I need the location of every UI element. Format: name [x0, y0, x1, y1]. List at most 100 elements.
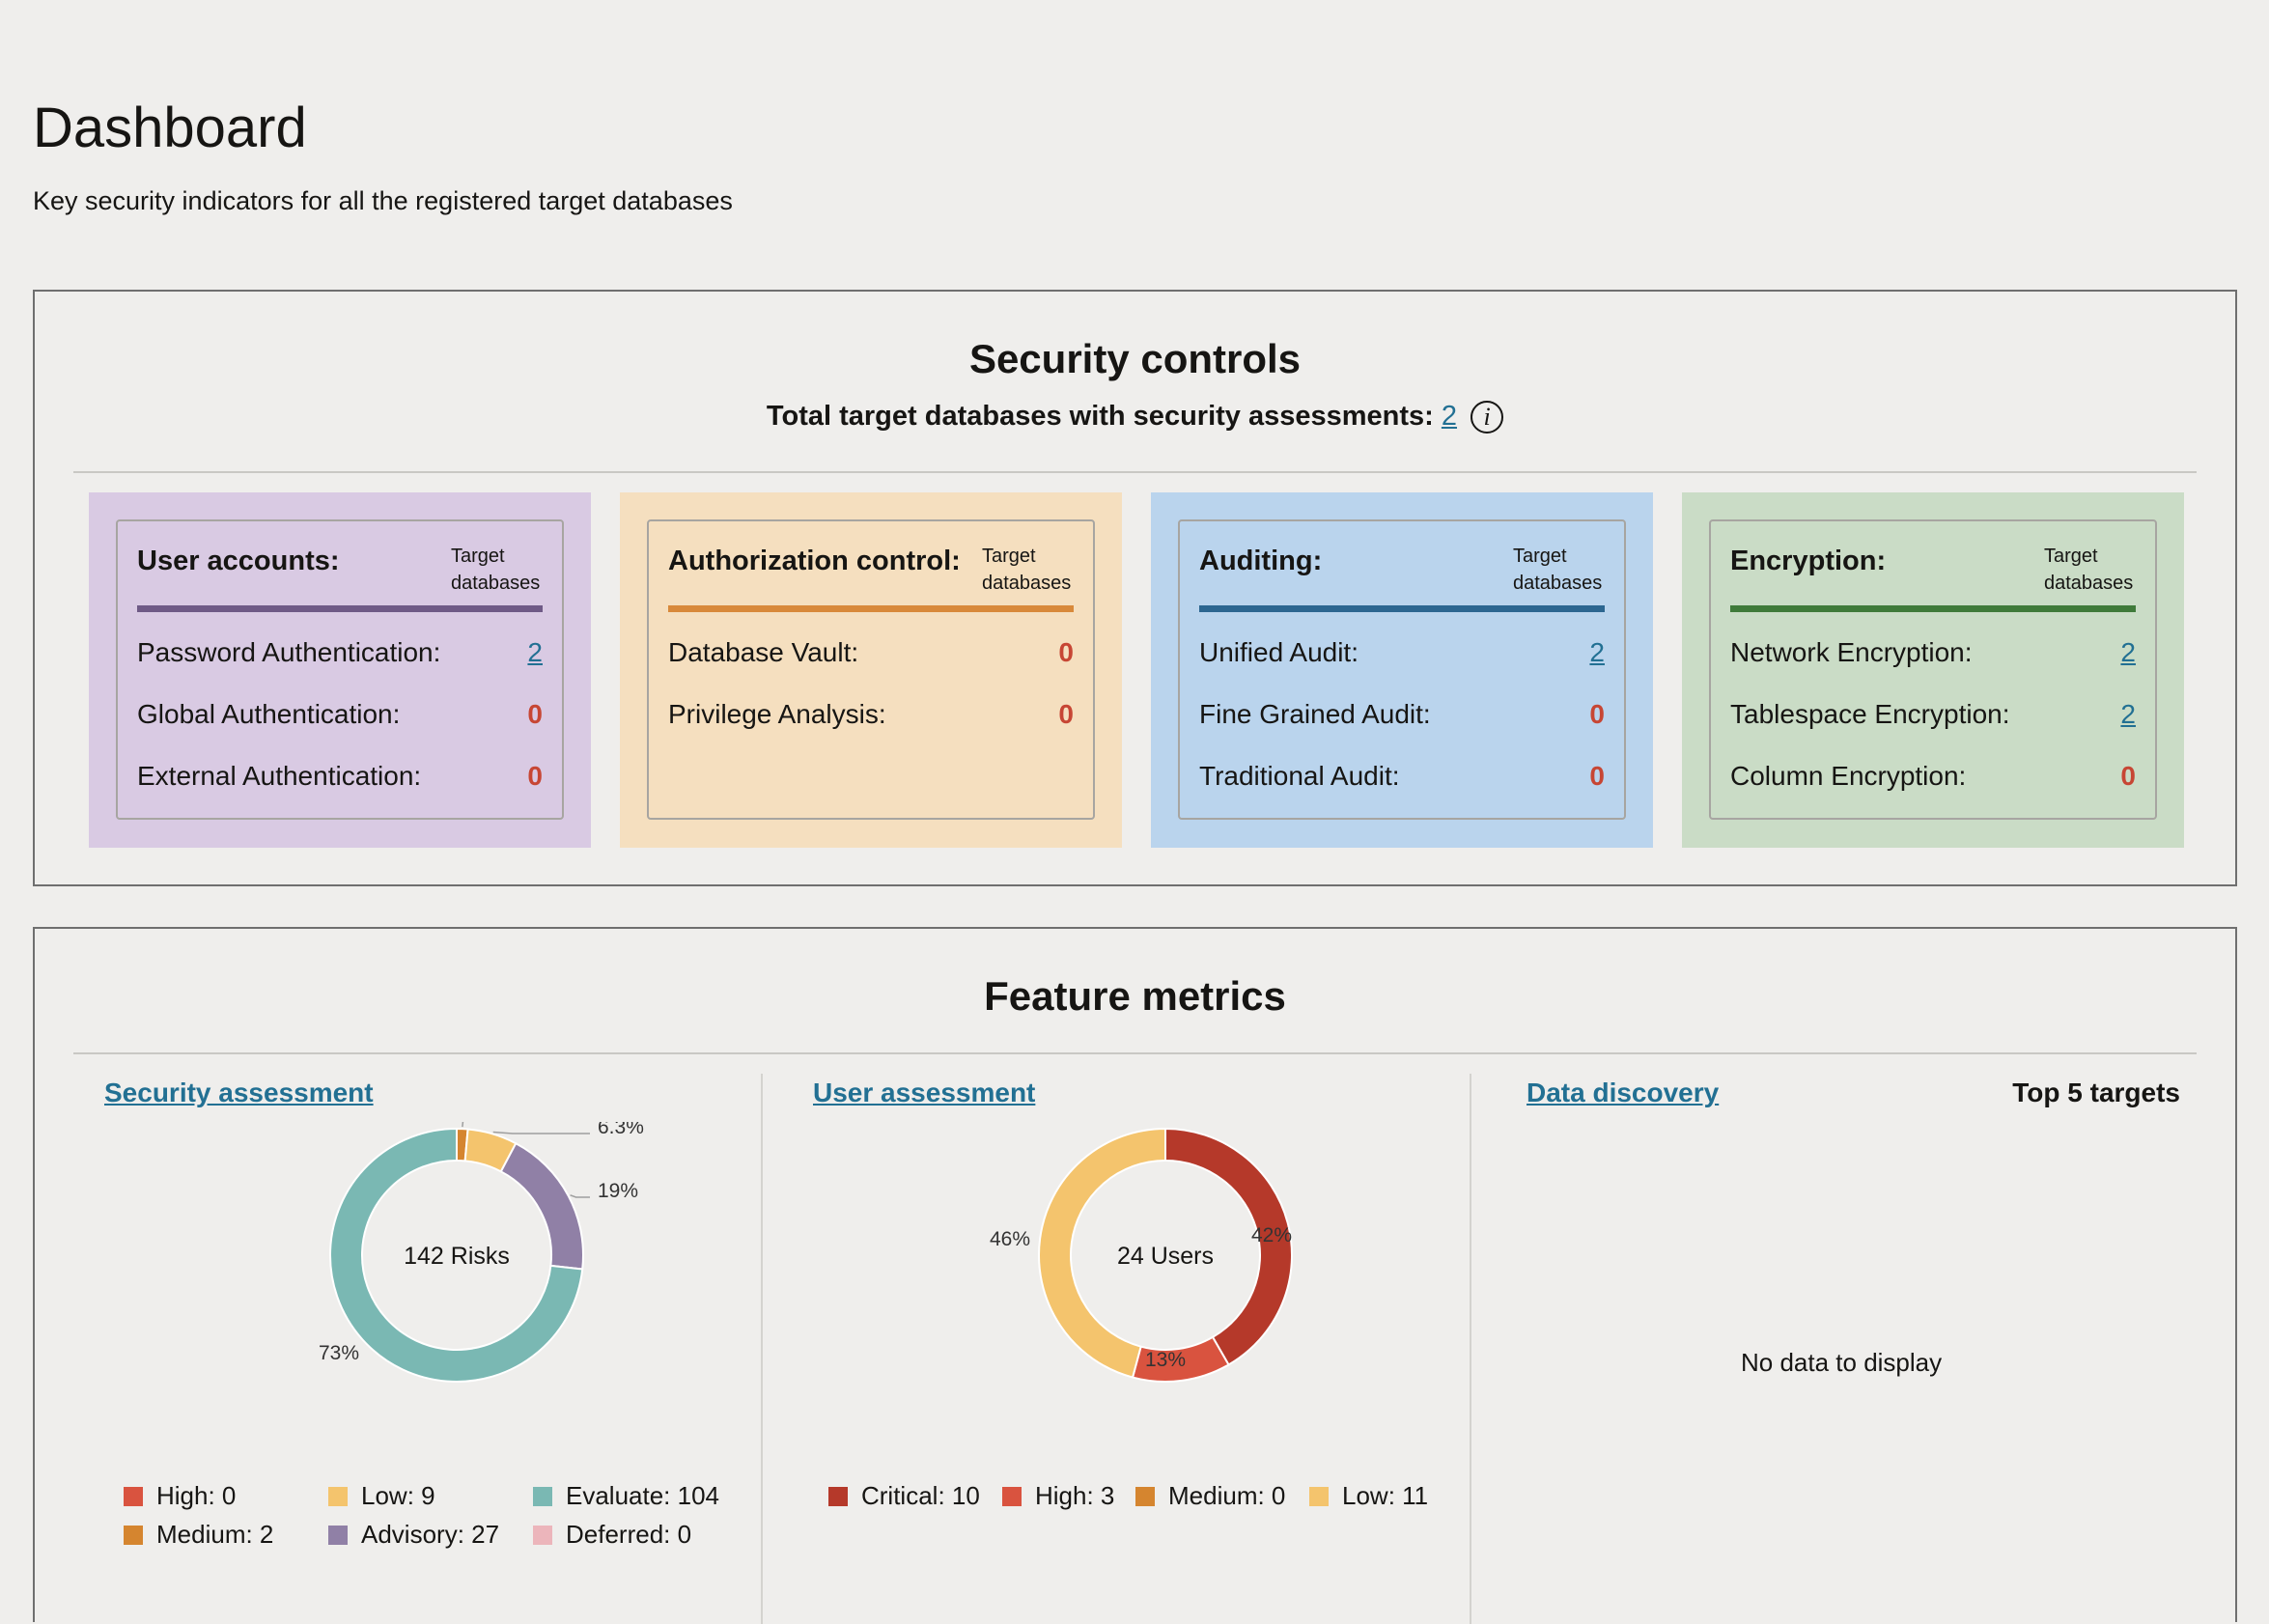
card-row-label: Privilege Analysis:	[668, 699, 886, 729]
card-row-value: 0	[1589, 699, 1605, 729]
slice-percent-label: 73%	[319, 1342, 359, 1364]
card-row-value: 0	[527, 699, 543, 729]
security-assessment-donut-chart[interactable]: 1.4%6.3%19%73%142 Risks	[257, 1122, 682, 1402]
card-title: Auditing:	[1199, 546, 1323, 576]
legend-swatch	[1002, 1487, 1022, 1506]
legend-item[interactable]: Critical: 10	[828, 1481, 980, 1511]
info-icon[interactable]: i	[1471, 401, 1504, 434]
legend-swatch	[828, 1487, 848, 1506]
legend-swatch	[328, 1526, 348, 1545]
card-row: External Authentication: 0	[137, 761, 543, 792]
data-discovery-link[interactable]: Data discovery	[1527, 1078, 1719, 1108]
no-data-message: No data to display	[1741, 1348, 1943, 1377]
legend-swatch	[533, 1526, 552, 1545]
legend-item[interactable]: Advisory: 27	[328, 1520, 499, 1550]
page-subtitle: Key security indicators for all the regi…	[33, 186, 733, 215]
card-inner: Authorization control: Target databases Da…	[647, 519, 1095, 820]
donut-center-label: 142 Risks	[404, 1243, 510, 1270]
card-accent-bar	[1199, 605, 1605, 612]
security-assessment-legend: High: 0 Low: 9 Evaluate: 104 Medium: 2 Advis…	[124, 1481, 761, 1568]
card-row-value-link[interactable]: 2	[527, 637, 543, 668]
slice-percent-label: 42%	[1251, 1224, 1292, 1246]
legend-item[interactable]: Medium: 0	[1135, 1481, 1285, 1511]
user-assessment-donut-chart[interactable]: 42% 13% 46% 24 Users	[917, 1122, 1439, 1402]
leader-line	[570, 1194, 590, 1198]
card-row-label: Global Authentication:	[137, 699, 401, 729]
card-row: Database Vault: 0	[668, 637, 1074, 668]
slice-percent-label: 6.3%	[598, 1122, 644, 1138]
legend-label: Low: 11	[1342, 1481, 1429, 1510]
controls-divider	[73, 471, 2197, 473]
card-row-value: 0	[2120, 761, 2136, 791]
legend-item[interactable]: High: 3	[1002, 1481, 1114, 1511]
card-row: Password Authentication: 2	[137, 637, 543, 668]
card-row-value: 0	[1058, 637, 1074, 667]
legend-item[interactable]: Low: 9	[328, 1481, 435, 1511]
metrics-divider	[73, 1052, 2197, 1054]
card-row-label: Database Vault:	[668, 637, 859, 667]
card-row-label: Password Authentication:	[137, 637, 441, 667]
total-assessments-label: Total target databases with security ass…	[766, 401, 1434, 432]
slice-percent-label: 13%	[1145, 1349, 1186, 1371]
legend-item[interactable]: Medium: 2	[124, 1520, 273, 1550]
card-row-label: Tablespace Encryption:	[1730, 699, 2010, 729]
card-row-value-link[interactable]: 2	[1589, 637, 1605, 668]
card-title: Encryption:	[1730, 546, 1887, 576]
legend-swatch	[1309, 1487, 1329, 1506]
feature-metrics-title: Feature metrics	[984, 973, 1286, 1019]
card-row-value-link[interactable]: 2	[2120, 699, 2136, 730]
card-row-value: 0	[1589, 761, 1605, 791]
total-assessments-link[interactable]: 2	[1442, 401, 1457, 432]
card-row: Fine Grained Audit: 0	[1199, 699, 1605, 730]
donut-slice-advisory[interactable]	[499, 1141, 584, 1271]
slice-percent-label: 46%	[990, 1228, 1030, 1250]
legend-swatch	[124, 1487, 143, 1506]
card-accent-bar	[668, 605, 1074, 612]
card-title: Authorization control:	[668, 546, 961, 576]
card-row-label: Unified Audit:	[1199, 637, 1359, 667]
legend-label: Advisory: 27	[361, 1520, 500, 1549]
card-row: Column Encryption: 0	[1730, 761, 2136, 792]
card-inner: User accounts: Target databases Password A…	[116, 519, 564, 820]
legend-label: High: 3	[1035, 1481, 1115, 1510]
card-accent-bar	[137, 605, 543, 612]
legend-swatch	[1135, 1487, 1155, 1506]
legend-item[interactable]: Deferred: 0	[533, 1520, 691, 1550]
card-inner: Encryption: Target databases Network Encry…	[1709, 519, 2157, 820]
security-control-card: Authorization control: Target databases Da…	[620, 492, 1122, 848]
legend-swatch	[124, 1526, 143, 1545]
security-control-card: User accounts: Target databases Password A…	[89, 492, 591, 848]
feature-metrics-panel: Feature metrics Security assessment User…	[33, 927, 2237, 1624]
card-row: Traditional Audit: 0	[1199, 761, 1605, 792]
leader-line	[462, 1122, 464, 1128]
card-row: Unified Audit: 2	[1199, 637, 1605, 668]
leader-line	[492, 1131, 590, 1134]
security-assessment-link[interactable]: Security assessment	[104, 1078, 374, 1108]
card-row: Tablespace Encryption: 2	[1730, 699, 2136, 730]
card-caption: Target databases	[1513, 546, 1603, 594]
legend-label: Critical: 10	[861, 1481, 980, 1510]
legend-item[interactable]: High: 0	[124, 1481, 236, 1511]
legend-swatch	[533, 1487, 552, 1506]
legend-item[interactable]: Evaluate: 104	[533, 1481, 719, 1511]
column-divider	[1470, 1074, 1471, 1624]
column-divider	[761, 1074, 763, 1624]
card-title: User accounts:	[137, 546, 340, 576]
card-row-label: Fine Grained Audit:	[1199, 699, 1431, 729]
legend-label: Low: 9	[361, 1481, 435, 1510]
card-accent-bar	[1730, 605, 2136, 612]
card-row-value-link[interactable]: 2	[2120, 637, 2136, 668]
legend-label: Medium: 2	[156, 1520, 274, 1549]
card-inner: Auditing: Target databases Unified Audit: 2…	[1178, 519, 1626, 820]
card-row: Privilege Analysis: 0	[668, 699, 1074, 730]
user-assessment-legend: Critical: 10 High: 3 Medium: 0 Low: 11	[828, 1481, 1466, 1529]
card-row: Network Encryption: 2	[1730, 637, 2136, 668]
legend-label: Medium: 0	[1168, 1481, 1286, 1510]
donut-center-label: 24 Users	[1117, 1243, 1214, 1270]
legend-item[interactable]: Low: 11	[1309, 1481, 1428, 1511]
legend-swatch	[328, 1487, 348, 1506]
card-caption: Target databases	[2044, 546, 2134, 594]
page-title: Dashboard	[33, 97, 307, 159]
card-row-value: 0	[1058, 699, 1074, 729]
user-assessment-link[interactable]: User assessment	[813, 1078, 1035, 1108]
